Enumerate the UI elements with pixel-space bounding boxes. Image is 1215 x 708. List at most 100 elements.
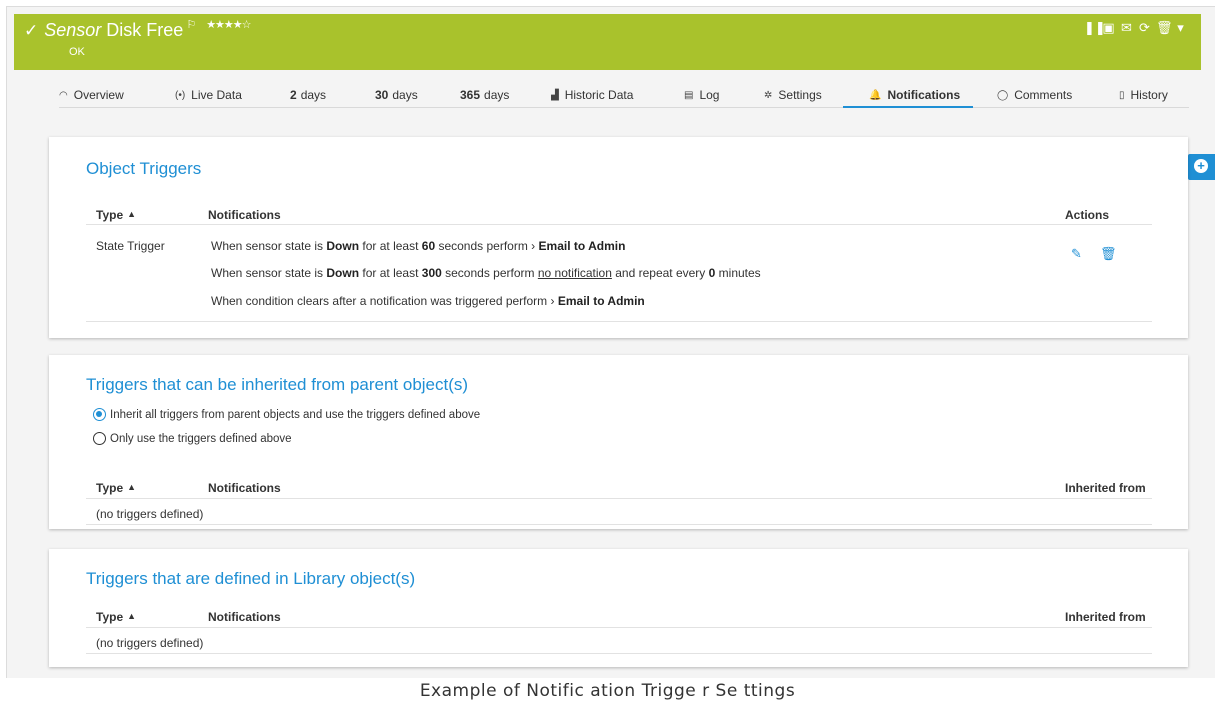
tab-2-days[interactable]: 2 days [290, 88, 326, 102]
log-icon: ▤ [684, 89, 694, 101]
empty-message: (no triggers defined) [96, 636, 204, 650]
flag-icon[interactable]: ⚐ [186, 18, 196, 31]
tab-settings[interactable]: ✲ Settings [764, 88, 822, 102]
radio-label: Inherit all triggers from parent objects… [110, 408, 481, 421]
tab-live-data[interactable]: (•) Live Data [175, 88, 242, 102]
sort-asc-icon: ▲ [127, 611, 137, 621]
notification-link[interactable]: no notification [538, 266, 612, 280]
library-triggers-panel: Triggers that are defined in Library obj… [49, 549, 1188, 667]
sort-asc-icon: ▲ [127, 482, 137, 492]
col-type-header[interactable]: Type ▲ [96, 481, 136, 495]
state-value: Down [326, 266, 360, 280]
tab-number: 365 [460, 88, 481, 102]
text: minutes [715, 266, 761, 280]
dropdown-icon[interactable]: ▾ [1174, 20, 1187, 36]
empty-message: (no triggers defined) [96, 507, 204, 521]
object-triggers-panel: Object Triggers Type ▲ Notifications Acti… [49, 137, 1188, 338]
trigger-line-1[interactable]: When sensor state is Down for at least 6… [211, 239, 625, 253]
text: for at least [359, 239, 422, 253]
inherit-all-radio[interactable]: Inherit all triggers from parent objects… [93, 408, 480, 421]
col-type-label: Type [96, 208, 124, 222]
check-icon: ✓ [24, 21, 39, 40]
tab-label: Overview [73, 88, 124, 102]
seconds-value: 60 [421, 239, 436, 253]
text: When sensor state is [211, 266, 327, 280]
header-toolbar: ❚❚ ▣ ✉ ⟳ 🗑 ▾ [1084, 20, 1187, 36]
sensor-status: OK [69, 46, 85, 58]
header-divider [86, 224, 1152, 225]
row-divider [86, 321, 1152, 322]
trigger-type: State Trigger [96, 239, 165, 253]
notification-link[interactable]: Email to Admin [539, 239, 626, 253]
notification-link[interactable]: Email to Admin [558, 294, 645, 308]
radio-selected-icon [93, 408, 106, 421]
tab-number: 30 [375, 88, 389, 102]
tab-log[interactable]: ▤ Log [684, 88, 719, 102]
tab-history[interactable]: ▯ History [1119, 88, 1168, 102]
text: seconds perform [435, 239, 532, 253]
state-value: Down [326, 239, 360, 253]
col-type-header[interactable]: Type ▲ [96, 610, 136, 624]
tab-comments[interactable]: ◯ Comments [997, 88, 1072, 102]
col-inherited-header: Inherited from [1065, 610, 1146, 624]
tab-label: days [484, 88, 510, 102]
sensor-header: ✓ Sensor Disk Free ⚐ ★★★★☆ OK ❚❚ ▣ ✉ ⟳ 🗑… [14, 14, 1201, 70]
tab-30-days[interactable]: 30 days [375, 88, 418, 102]
refresh-icon[interactable]: ⟳ [1138, 20, 1151, 36]
tab-historic-data[interactable]: ▟ Historic Data [551, 88, 633, 102]
arrow-icon: › [550, 294, 555, 308]
library-triggers-title: Triggers that are defined in Library obj… [86, 569, 416, 588]
object-triggers-title: Object Triggers [86, 159, 202, 178]
plus-circle-icon: + [1194, 159, 1208, 173]
live-data-icon: (•) [175, 89, 186, 101]
text: seconds perform [441, 266, 538, 280]
add-trigger-button[interactable]: + [1188, 154, 1215, 180]
trigger-line-2[interactable]: When sensor state is Down for at least 3… [211, 266, 761, 280]
tab-label: Notifications [887, 88, 961, 102]
active-tab-indicator [843, 106, 973, 108]
col-type-label: Type [96, 481, 124, 495]
history-icon: ▯ [1119, 89, 1125, 101]
comment-icon: ◯ [997, 89, 1009, 101]
tab-notifications[interactable]: 🔔 Notifications [869, 88, 960, 102]
parent-triggers-title: Triggers that can be inherited from pare… [86, 375, 469, 394]
col-type-header[interactable]: Type ▲ [96, 208, 136, 222]
col-notifications-header: Notifications [208, 481, 281, 495]
pause-icon[interactable]: ❚❚ [1084, 20, 1106, 36]
tab-label: days [300, 88, 327, 102]
row-divider [86, 653, 1152, 654]
tab-overview[interactable]: ◠ Overview [59, 88, 124, 102]
text: and repeat every [611, 266, 709, 280]
only-defined-radio[interactable]: Only use the triggers defined above [93, 432, 292, 445]
trash-icon[interactable]: 🗑 [1100, 246, 1117, 262]
text: When condition clears after a notificati… [211, 294, 551, 308]
tab-label: Historic Data [564, 88, 634, 102]
row-divider [86, 524, 1152, 525]
radio-label: Only use the triggers defined above [110, 432, 292, 445]
tab-label: Live Data [191, 88, 242, 102]
tab-label: Comments [1014, 88, 1073, 102]
trigger-line-3[interactable]: When condition clears after a notificati… [211, 294, 645, 308]
text: When sensor state is [211, 239, 327, 253]
sensor-title: ✓ Sensor Disk Free ⚐ ★★★★☆ [24, 18, 252, 41]
report-icon[interactable]: ▣ [1102, 20, 1115, 36]
bell-icon: 🔔 [869, 89, 882, 101]
sort-asc-icon: ▲ [127, 209, 137, 219]
col-notifications-header: Notifications [208, 610, 281, 624]
priority-stars[interactable]: ★★★★☆ [206, 18, 251, 31]
col-inherited-header: Inherited from [1065, 481, 1146, 495]
tab-label: History [1130, 88, 1168, 102]
tab-label: days [392, 88, 418, 102]
arrow-icon: › [531, 239, 536, 253]
chart-icon: ▟ [551, 89, 559, 101]
tab-bar: ◠ Overview (•) Live Data 2 days 30 days 365 d… [59, 84, 1189, 108]
email-icon[interactable]: ✉ [1120, 20, 1133, 36]
tab-number: 2 [290, 88, 297, 102]
overview-icon: ◠ [59, 89, 68, 101]
header-divider [86, 627, 1152, 628]
delete-icon[interactable]: 🗑 [1156, 20, 1173, 36]
tab-label: Log [699, 88, 720, 102]
pencil-icon[interactable]: ✎ [1071, 246, 1082, 262]
tab-365-days[interactable]: 365 days [460, 88, 509, 102]
parent-triggers-panel: Triggers that can be inherited from pare… [49, 355, 1188, 529]
